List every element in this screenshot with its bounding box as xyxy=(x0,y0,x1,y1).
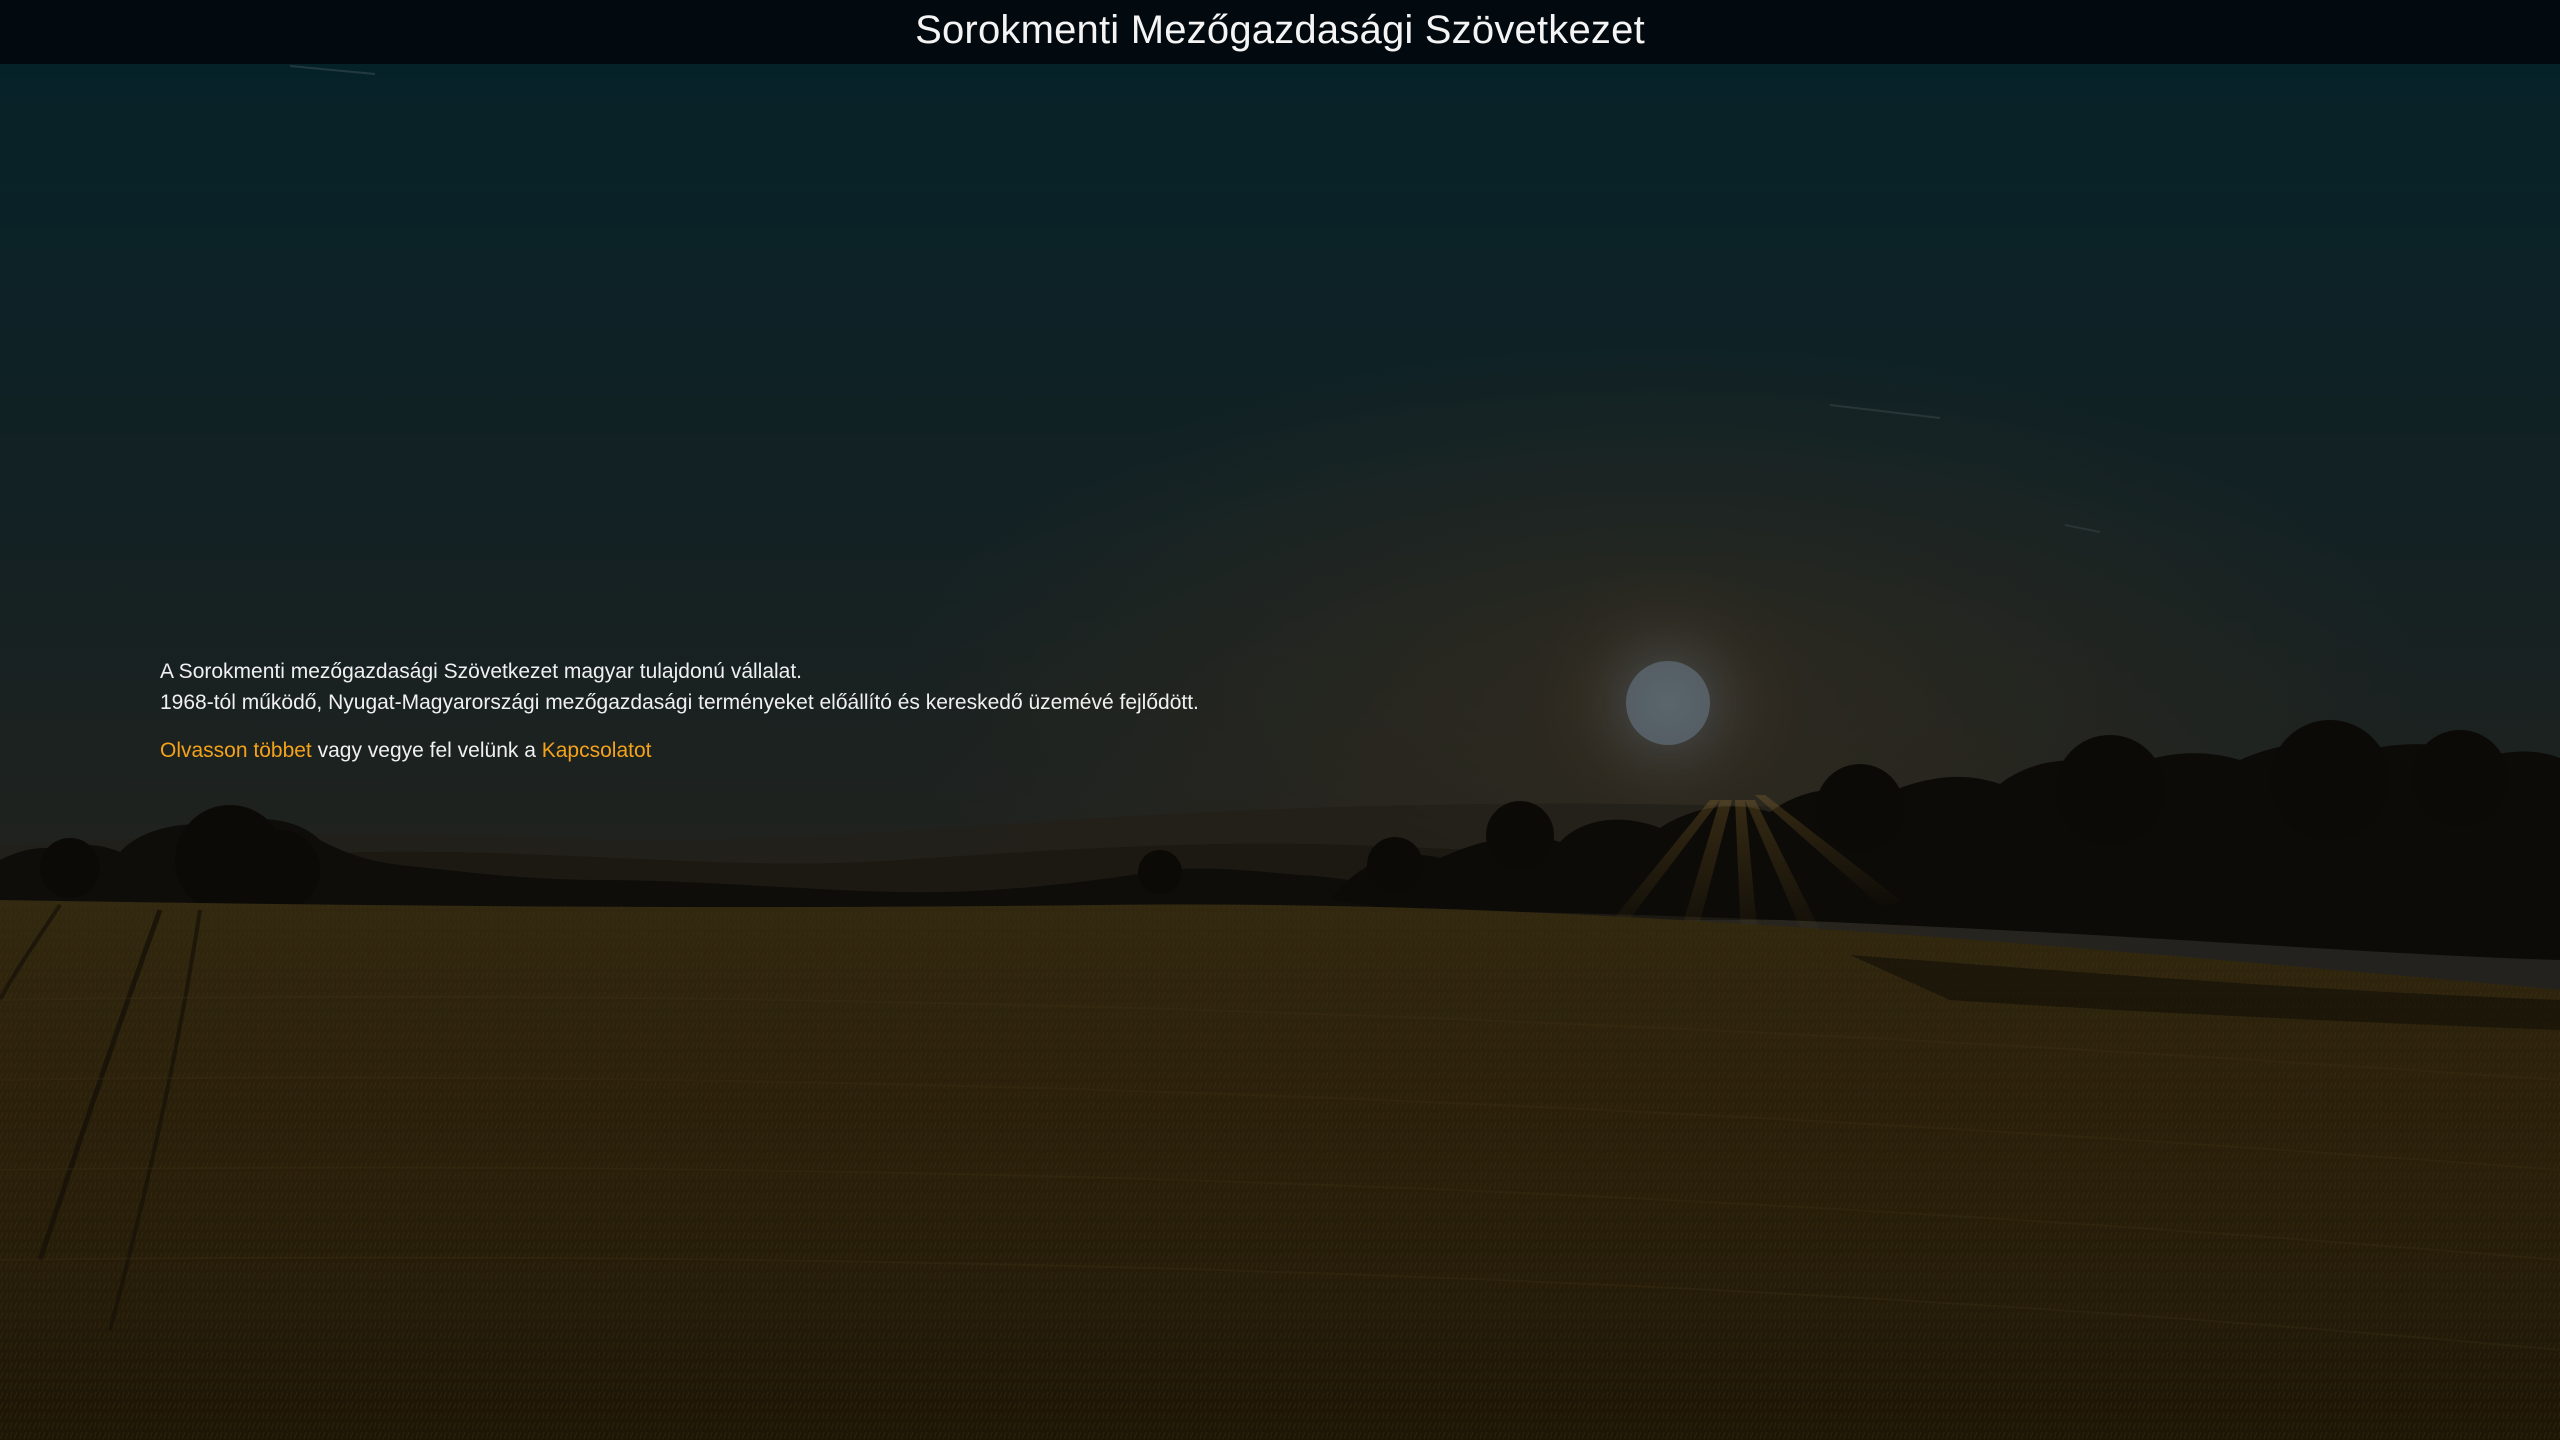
cta-middle-text: vagy vegye fel velünk a xyxy=(311,739,542,762)
site-header: Sorokmenti Mezőgazdasági Szövetkezet xyxy=(0,0,2560,64)
site-title: Sorokmenti Mezőgazdasági Szövetkezet xyxy=(915,8,1645,52)
read-more-link[interactable]: Olvasson többet xyxy=(160,739,312,762)
contact-link[interactable]: Kapcsolatot xyxy=(542,739,652,762)
intro-cta-line: Olvasson többet vagy vegye fel velünk a … xyxy=(160,735,1560,766)
intro-line-2: 1968-tól működő, Nyugat-Magyarországi me… xyxy=(160,691,1199,714)
intro-line-1: A Sorokmenti mezőgazdasági Szövetkezet m… xyxy=(160,660,803,683)
intro-section: A Sorokmenti mezőgazdasági Szövetkezet m… xyxy=(160,656,1560,766)
